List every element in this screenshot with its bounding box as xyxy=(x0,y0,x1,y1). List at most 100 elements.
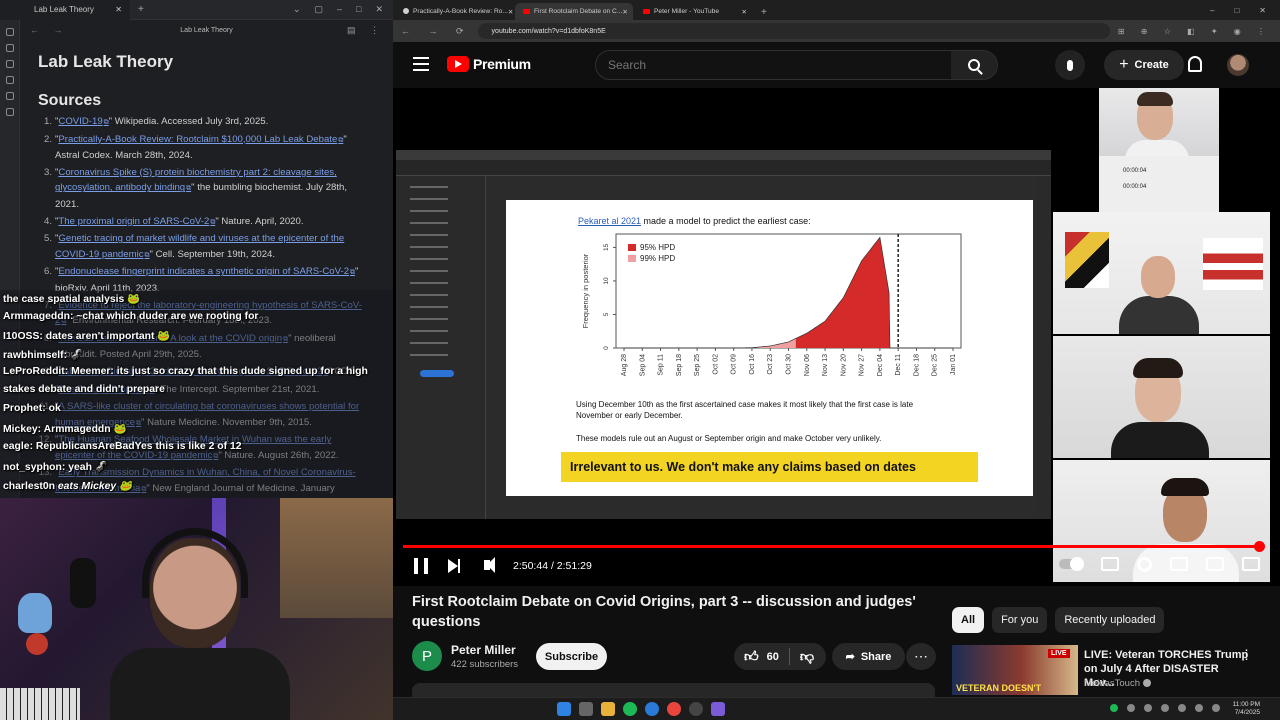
chip-all[interactable]: All xyxy=(952,607,985,633)
legend-label: 99% HPD xyxy=(640,254,675,263)
more-actions-icon[interactable]: ⋯ xyxy=(906,643,936,670)
maximize-icon[interactable]: □ xyxy=(1234,6,1239,15)
next-icon[interactable] xyxy=(448,559,460,573)
windows-start-icon[interactable] xyxy=(557,702,571,716)
chrome-icon[interactable] xyxy=(667,702,681,716)
volume-icon[interactable] xyxy=(1212,704,1220,712)
chat-text: yeah 🦨 xyxy=(68,462,108,473)
tray-icon[interactable] xyxy=(1144,704,1152,712)
subscribe-button[interactable]: Subscribe xyxy=(536,643,607,670)
recommended-video[interactable]: LIVE VETERAN DOESN'T LIVE: Veteran TORCH… xyxy=(952,645,1280,695)
source-link[interactable]: Practically-A-Book Review: Rootclaim $10… xyxy=(58,134,343,145)
new-tab-icon[interactable]: + xyxy=(753,7,775,20)
obsidian-icon[interactable] xyxy=(711,702,725,716)
chip-recently-uploaded[interactable]: Recently uploaded xyxy=(1055,607,1165,633)
task-view-icon[interactable] xyxy=(579,702,593,716)
files-icon[interactable] xyxy=(5,28,14,36)
source-link[interactable]: COVID-19 xyxy=(58,116,108,127)
close-icon[interactable]: ✕ xyxy=(115,5,122,14)
minimize-icon[interactable]: – xyxy=(337,4,342,15)
new-tab-icon[interactable]: + xyxy=(138,4,144,15)
nav-buttons-icon[interactable]: ← → ⟳ xyxy=(401,26,472,37)
youtube-premium-logo[interactable]: Premium xyxy=(447,56,531,72)
gear-icon[interactable] xyxy=(1137,557,1152,572)
clock[interactable]: 11:00 PM 7/4/2025 xyxy=(1233,701,1260,717)
browser-tab-0[interactable]: Practically-A-Book Review: Ro... ✕ xyxy=(395,3,513,20)
pause-icon[interactable] xyxy=(414,558,428,574)
extensions-icon[interactable]: ⊞ ⊕ ☆ ◧ ✦ ◉ ⋮ xyxy=(1118,27,1272,36)
avatar[interactable] xyxy=(1227,54,1249,76)
note-title: Lab Leak Theory xyxy=(38,52,174,71)
graph-icon[interactable] xyxy=(5,76,14,84)
reading-view-icon[interactable]: ▤ ⋮ xyxy=(347,25,385,36)
edge-icon[interactable] xyxy=(645,702,659,716)
tray-icon[interactable] xyxy=(1178,704,1186,712)
source-number: 1. xyxy=(43,116,52,127)
tray-icon[interactable] xyxy=(1110,704,1118,712)
chat-text: eats Mickey 🐸 xyxy=(57,481,133,492)
x-tick-label: Sep 25 xyxy=(694,354,701,376)
thumbs-down-icon[interactable]: 👎︎ xyxy=(800,648,814,665)
close-icon[interactable]: ✕ xyxy=(741,8,747,16)
maximize-icon[interactable]: □ xyxy=(356,4,361,15)
presentation-slide: Pekaret al 2021 made a model to predict … xyxy=(506,200,1033,496)
miniplayer-icon[interactable] xyxy=(1170,557,1188,571)
search-input[interactable] xyxy=(596,58,956,72)
scrubber-handle[interactable] xyxy=(1253,541,1265,552)
file-explorer-icon[interactable] xyxy=(601,702,615,716)
captions-icon[interactable] xyxy=(1101,557,1119,571)
browser-tab-1[interactable]: First Rootclaim Debate on C... ✕ xyxy=(515,3,633,20)
browser-tab-2[interactable]: Peter Miller - YouTube ✕ xyxy=(635,3,753,20)
sidebar-toggle-icon[interactable]: ▢ xyxy=(314,4,323,15)
source-link[interactable]: Endonuclease fingerprint indicates a syn… xyxy=(58,266,355,277)
channel-avatar[interactable]: P xyxy=(412,641,442,671)
thumbs-up-icon[interactable]: 👍︎ xyxy=(744,648,759,665)
obs-icon[interactable] xyxy=(689,702,703,716)
back-forward-icon[interactable]: ← → xyxy=(30,25,69,35)
player-controls: 2:50:44 / 2:51:29 xyxy=(393,552,1280,580)
theater-mode-icon[interactable] xyxy=(1206,557,1224,571)
autoplay-toggle[interactable] xyxy=(1059,557,1084,571)
spotify-icon[interactable] xyxy=(623,702,637,716)
tray-icon[interactable] xyxy=(1161,704,1169,712)
channel-name[interactable]: Peter Miller xyxy=(451,643,518,657)
close-window-icon[interactable]: ✕ xyxy=(1259,6,1266,15)
x-tick-label: Sep 18 xyxy=(676,354,683,376)
voice-search-button[interactable] xyxy=(1055,50,1085,80)
share-button[interactable]: ➦ Share xyxy=(832,643,905,670)
progress-bar[interactable] xyxy=(403,541,1265,552)
close-icon[interactable]: ✕ xyxy=(508,8,513,16)
fullscreen-icon[interactable] xyxy=(1242,557,1260,571)
x-tick-label: Aug 28 xyxy=(621,354,628,376)
more-vert-icon[interactable]: ⋮ xyxy=(1240,647,1253,663)
tray-icon[interactable] xyxy=(1127,704,1135,712)
chat-username: rawbhimself: xyxy=(3,350,68,361)
thumbnail-caption: VETERAN DOESN'T xyxy=(956,683,1042,693)
video-player[interactable]: Pekaret al 2021 made a model to predict … xyxy=(393,88,1280,586)
url-field[interactable]: youtube.com/watch?v=d1dbfoK8n5E xyxy=(477,23,1110,39)
clock-date: 7/4/2025 xyxy=(1234,709,1260,716)
volume-icon[interactable] xyxy=(484,557,495,573)
search-icon[interactable] xyxy=(5,44,14,52)
slide-paragraph-2: These models rule out an August or Septe… xyxy=(576,434,882,443)
calendar-icon[interactable] xyxy=(5,92,14,100)
chip-for-you[interactable]: For you xyxy=(992,607,1048,633)
chevron-down-icon[interactable]: ⌄ xyxy=(293,4,301,15)
hamburger-menu-icon[interactable] xyxy=(413,57,429,75)
notifications-bell-icon[interactable] xyxy=(1188,56,1202,72)
templates-icon[interactable] xyxy=(5,108,14,116)
recommended-thumbnail[interactable]: LIVE VETERAN DOESN'T xyxy=(952,645,1078,695)
create-button[interactable]: + Create xyxy=(1104,50,1184,80)
close-icon[interactable]: ✕ xyxy=(622,8,628,16)
notes-tab[interactable]: Lab Leak Theory ✕ xyxy=(0,0,130,20)
address-bar: ← → ⟳ youtube.com/watch?v=d1dbfoK8n5E ⊞ … xyxy=(393,20,1280,42)
close-window-icon[interactable]: ✕ xyxy=(375,4,383,15)
bookmark-icon[interactable] xyxy=(5,60,14,68)
minimize-icon[interactable]: – xyxy=(1210,6,1214,15)
right-controls xyxy=(1059,557,1260,572)
youtube-favicon-icon xyxy=(523,8,530,14)
search-button[interactable] xyxy=(951,51,997,79)
source-link[interactable]: The proximal origin of SARS-CoV-2 xyxy=(58,216,215,227)
wifi-icon[interactable] xyxy=(1195,704,1203,712)
citation-link: Pekaret al 2021 xyxy=(578,216,642,226)
